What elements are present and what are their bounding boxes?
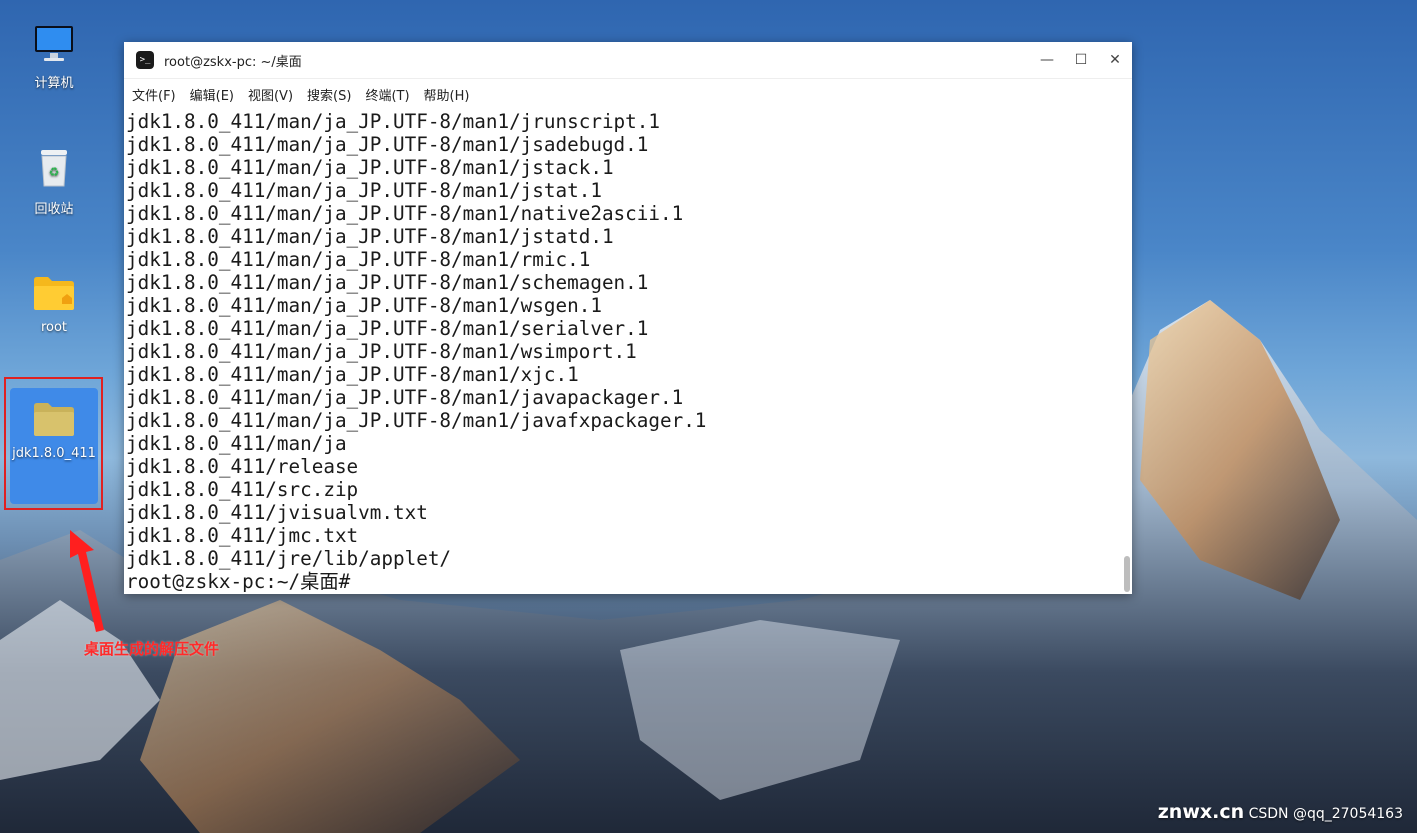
terminal-output[interactable]: jdk1.8.0_411/man/ja_JP.UTF-8/man1/jrunsc… — [124, 110, 1132, 594]
desktop-icon-computer[interactable]: 计算机 — [9, 24, 99, 91]
desktop-icon-root[interactable]: root — [9, 274, 99, 335]
menu-terminal[interactable]: 终端(T) — [363, 85, 417, 104]
watermark: znwx.cn CSDN @qq_27054163 — [1158, 801, 1403, 823]
terminal-line: jdk1.8.0_411/man/ja_JP.UTF-8/man1/native… — [126, 202, 684, 225]
highlight-box — [4, 377, 103, 510]
menu-file[interactable]: 文件(F) — [130, 85, 184, 104]
menu-help[interactable]: 帮助(H) — [422, 85, 478, 104]
terminal-line: jdk1.8.0_411/man/ja_JP.UTF-8/man1/jsadeb… — [126, 133, 649, 156]
terminal-line: jdk1.8.0_411/man/ja — [126, 432, 347, 455]
terminal-line: jdk1.8.0_411/man/ja_JP.UTF-8/man1/jstat.… — [126, 179, 602, 202]
terminal-line: jdk1.8.0_411/man/ja_JP.UTF-8/man1/jstatd… — [126, 225, 614, 248]
terminal-line: jdk1.8.0_411/man/ja_JP.UTF-8/man1/xjc.1 — [126, 363, 579, 386]
terminal-line: jdk1.8.0_411/man/ja_JP.UTF-8/man1/javafx… — [126, 409, 707, 432]
terminal-line: jdk1.8.0_411/src.zip — [126, 478, 359, 501]
terminal-line: jdk1.8.0_411/man/ja_JP.UTF-8/man1/serial… — [126, 317, 649, 340]
svg-text:♻: ♻ — [49, 165, 60, 179]
annotation-text: 桌面生成的解压文件 — [84, 640, 220, 658]
trash-icon: ♻ — [41, 150, 67, 187]
desktop-icon-label: 计算机 — [34, 76, 74, 91]
home-folder-icon — [34, 277, 74, 310]
window-title: root@zskx-pc: ~/桌面 — [164, 54, 302, 70]
scrollbar[interactable] — [1124, 556, 1130, 592]
terminal-line: jdk1.8.0_411/jvisualvm.txt — [126, 501, 428, 524]
title-bar[interactable]: >_ root@zskx-pc: ~/桌面 — ☐ ✕ — [124, 42, 1132, 79]
minimize-button[interactable]: — — [1030, 42, 1064, 78]
menu-edit[interactable]: 编辑(E) — [188, 85, 242, 104]
arrow-icon — [70, 530, 104, 632]
terminal-line: jdk1.8.0_411/man/ja_JP.UTF-8/man1/schema… — [126, 271, 649, 294]
terminal-prompt: root@zskx-pc:~/桌面# — [126, 570, 351, 593]
computer-icon — [35, 26, 73, 61]
desktop-icon-label: 回收站 — [34, 202, 74, 217]
close-button[interactable]: ✕ — [1098, 42, 1132, 78]
terminal-line: jdk1.8.0_411/man/ja_JP.UTF-8/man1/wsimpo… — [126, 340, 637, 363]
terminal-icon: >_ — [136, 51, 154, 69]
menu-search[interactable]: 搜索(S) — [305, 85, 359, 104]
terminal-line: jdk1.8.0_411/jmc.txt — [126, 524, 359, 547]
terminal-line: jdk1.8.0_411/man/ja_JP.UTF-8/man1/jstack… — [126, 156, 614, 179]
menu-view[interactable]: 视图(V) — [246, 85, 301, 104]
terminal-line: jdk1.8.0_411/release — [126, 455, 359, 478]
menu-bar: 文件(F) 编辑(E) 视图(V) 搜索(S) 终端(T) 帮助(H) — [124, 79, 1132, 109]
terminal-line: jdk1.8.0_411/man/ja_JP.UTF-8/man1/wsgen.… — [126, 294, 602, 317]
terminal-line: jdk1.8.0_411/man/ja_JP.UTF-8/man1/javapa… — [126, 386, 684, 409]
terminal-line: jdk1.8.0_411/jre/lib/applet/ — [126, 547, 452, 570]
terminal-line: jdk1.8.0_411/man/ja_JP.UTF-8/man1/jrunsc… — [126, 110, 660, 133]
watermark-csdn: CSDN @qq_27054163 — [1248, 806, 1403, 822]
terminal-line: jdk1.8.0_411/man/ja_JP.UTF-8/man1/rmic.1 — [126, 248, 591, 271]
maximize-button[interactable]: ☐ — [1064, 42, 1098, 78]
desktop-icon-trash[interactable]: ♻ 回收站 — [9, 146, 99, 217]
desktop-icon-label: root — [40, 320, 68, 335]
terminal-window[interactable]: >_ root@zskx-pc: ~/桌面 — ☐ ✕ 文件(F) 编辑(E) … — [124, 42, 1132, 594]
watermark-site: znwx.cn — [1157, 801, 1245, 823]
